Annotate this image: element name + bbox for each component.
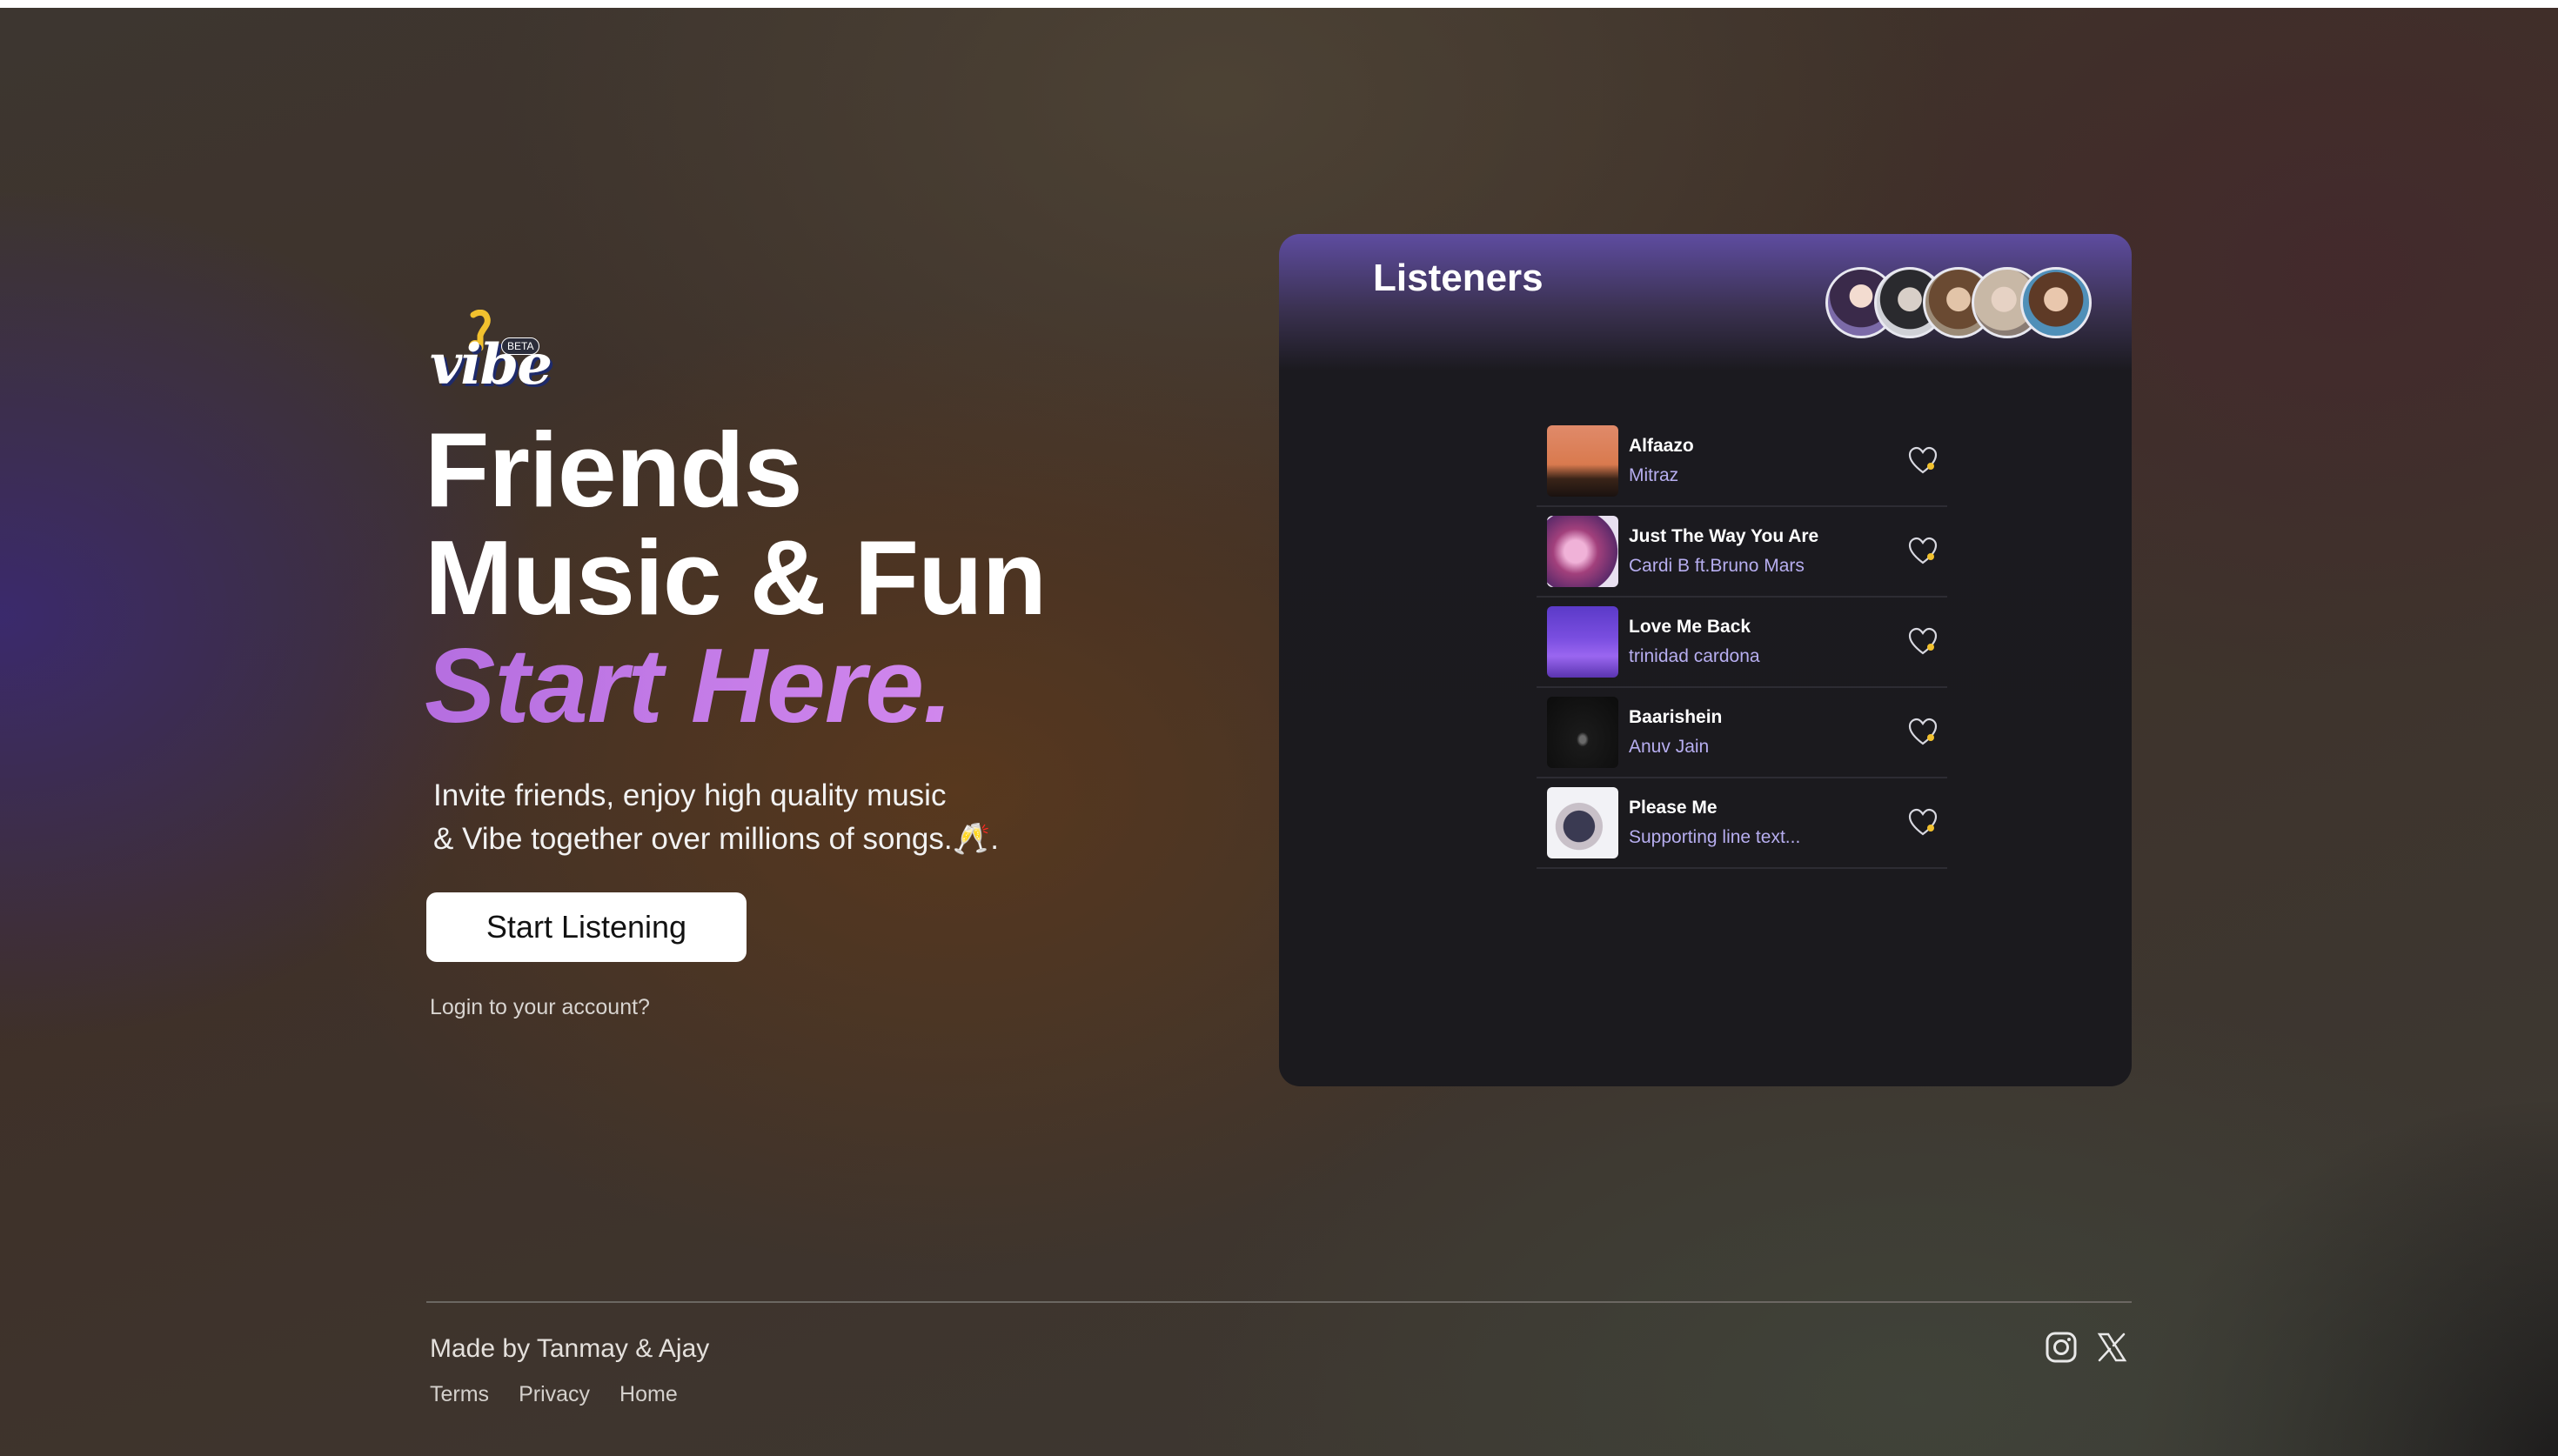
heart-icon[interactable]	[1907, 717, 1939, 748]
track-title: Please Me	[1629, 798, 1718, 818]
heart-icon[interactable]	[1907, 445, 1939, 477]
track-row[interactable]: Love Me Back trinidad cardona	[1537, 598, 1947, 688]
heart-icon[interactable]	[1907, 807, 1939, 838]
hero-subtitle: Invite friends, enjoy high quality music…	[433, 774, 1095, 861]
track-artist: Supporting line text...	[1629, 827, 1801, 847]
browser-top-edge	[0, 0, 2558, 8]
track-artist: Anuv Jain	[1629, 737, 1710, 757]
beta-badge: BETA	[501, 337, 540, 355]
login-link[interactable]: Login to your account?	[430, 995, 650, 1020]
footer-credit: Made by Tanmay & Ajay	[430, 1334, 710, 1363]
track-artist: Cardi B ft.Bruno Mars	[1629, 556, 1805, 576]
album-art	[1547, 425, 1618, 497]
footer-link-home[interactable]: Home	[619, 1382, 678, 1407]
album-art	[1547, 787, 1618, 858]
headline-line-2: Music & Fun	[425, 518, 1047, 637]
heart-icon[interactable]	[1907, 536, 1939, 567]
album-art	[1547, 606, 1618, 678]
footer-link-terms[interactable]: Terms	[430, 1382, 489, 1407]
track-row[interactable]: Baarishein Anuv Jain	[1537, 688, 1947, 778]
footer-links: Terms Privacy Home	[430, 1382, 678, 1407]
heart-icon[interactable]	[1907, 626, 1939, 658]
footer-link-privacy[interactable]: Privacy	[519, 1382, 590, 1407]
subtitle-line-2: & Vibe together over millions of songs.🥂…	[433, 822, 999, 856]
album-art	[1547, 697, 1618, 768]
instagram-icon[interactable]	[2045, 1331, 2078, 1364]
listeners-card: Listeners Alfaazo Mitraz Just The Way Yo…	[1279, 234, 2132, 1086]
x-icon[interactable]	[2095, 1331, 2128, 1364]
track-row[interactable]: Please Me Supporting line text...	[1537, 778, 1947, 869]
hero-headline: Friends Music & Fun Start Here.	[425, 411, 1047, 739]
track-title: Alfaazo	[1629, 436, 1694, 456]
listener-avatars	[1818, 267, 2097, 340]
vibe-logo[interactable]: vibe BETA	[426, 306, 552, 397]
track-title: Just The Way You Are	[1629, 526, 1819, 546]
track-row[interactable]: Just The Way You Are Cardi B ft.Bruno Ma…	[1537, 507, 1947, 598]
listeners-title: Listeners	[1373, 257, 1544, 299]
track-title: Baarishein	[1629, 707, 1723, 727]
footer-divider	[426, 1301, 2132, 1303]
track-artist: trinidad cardona	[1629, 646, 1760, 666]
avatar[interactable]	[2020, 267, 2092, 338]
headline-line-1: Friends	[425, 411, 803, 529]
track-row[interactable]: Alfaazo Mitraz	[1537, 417, 1947, 507]
start-listening-button[interactable]: Start Listening	[426, 892, 747, 962]
track-artist: Mitraz	[1629, 465, 1679, 485]
album-art	[1547, 516, 1618, 587]
subtitle-line-1: Invite friends, enjoy high quality music	[433, 778, 947, 812]
track-title: Love Me Back	[1629, 617, 1751, 637]
track-list: Alfaazo Mitraz Just The Way You Are Card…	[1537, 417, 1947, 869]
headline-accent: Start Here.	[425, 631, 1046, 739]
